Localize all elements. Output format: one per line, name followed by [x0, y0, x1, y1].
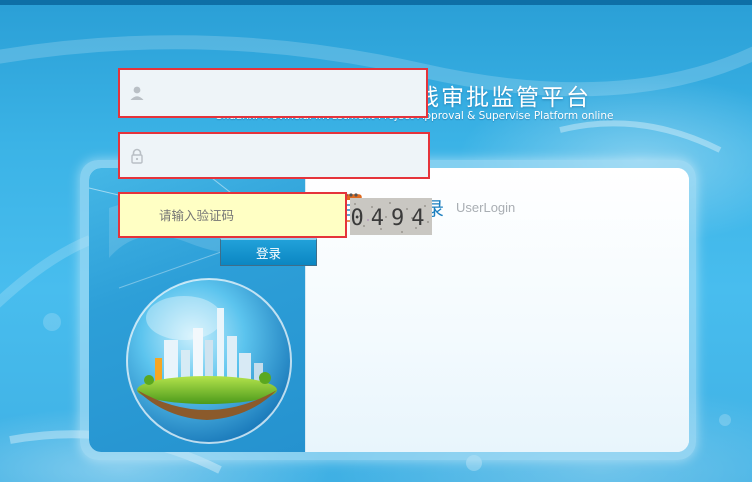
password-field[interactable] [118, 132, 430, 179]
captcha-code: 0494 [351, 206, 432, 231]
login-title-en: UserLogin [456, 199, 516, 215]
user-icon [120, 70, 154, 116]
username-input[interactable] [154, 69, 426, 117]
captcha-field[interactable] [118, 192, 347, 238]
captcha-input[interactable] [120, 193, 345, 237]
login-button[interactable]: 登录 [220, 238, 317, 266]
username-field[interactable] [118, 68, 428, 118]
captcha-image[interactable]: 0494 [350, 198, 432, 235]
lock-icon [120, 134, 154, 177]
password-input[interactable] [154, 133, 428, 178]
